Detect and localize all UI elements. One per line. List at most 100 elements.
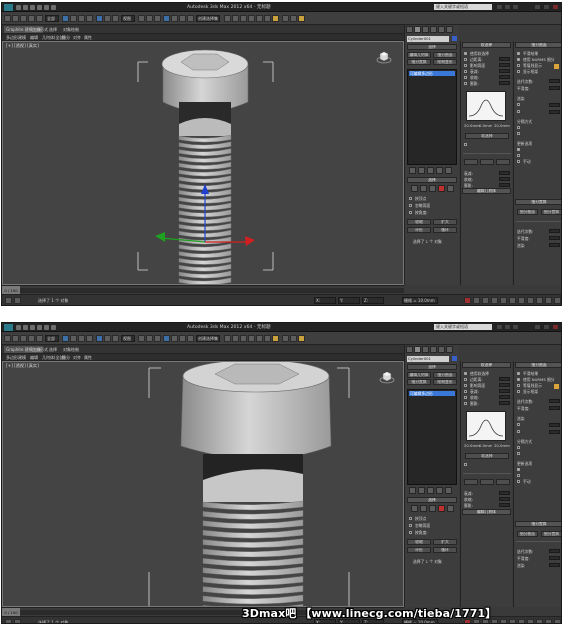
angle-snap-icon[interactable]	[171, 15, 178, 22]
maximize-viewport-icon[interactable]	[554, 619, 561, 623]
reference-coord-dropdown[interactable]: 视图	[121, 335, 135, 342]
orbit-icon[interactable]	[545, 619, 552, 623]
rotate-icon[interactable]	[104, 15, 111, 22]
subdivision-rollout[interactable]: 细分曲面	[515, 362, 561, 368]
unlink-icon[interactable]	[28, 335, 35, 342]
modifier-button[interactable]: 编辑几何体	[407, 52, 431, 58]
material-editor-icon[interactable]	[272, 15, 279, 22]
soft-selection-checkbox[interactable]	[464, 396, 467, 399]
grow-button[interactable]: 扩大	[433, 219, 457, 225]
select-icon[interactable]	[62, 335, 69, 342]
bind-icon[interactable]	[36, 335, 43, 342]
save-icon[interactable]	[30, 5, 35, 10]
vertex-icon[interactable]	[411, 185, 418, 192]
show-end-result-icon[interactable]	[418, 167, 425, 174]
selection-filter-dropdown[interactable]: 全部	[45, 335, 59, 342]
ribbon-tab[interactable]: 选择	[47, 26, 59, 33]
prev-frame-icon[interactable]	[491, 297, 498, 304]
edit-geometry-rollout[interactable]: 编辑几何体	[462, 509, 511, 515]
soft-selection-checkbox[interactable]	[464, 64, 467, 67]
modifier-list-dropdown[interactable]: 选择	[407, 44, 457, 50]
display-color-swatch[interactable]	[554, 384, 559, 389]
soft-selection-spinner[interactable]	[499, 63, 510, 67]
update-radio[interactable]	[517, 480, 520, 483]
modifier-button[interactable]: 细分置换	[407, 59, 431, 65]
ribbon-panel-tab[interactable]: 多边形建模	[4, 354, 28, 361]
zoom-icon[interactable]	[527, 297, 534, 304]
rendered-frame-icon[interactable]	[290, 335, 297, 342]
3dsmax-logo-icon[interactable]	[4, 4, 13, 11]
reference-coord-dropdown[interactable]: 视图	[121, 15, 135, 22]
grow-button[interactable]: 扩大	[433, 539, 457, 545]
coord-z-field[interactable]: Z:	[362, 297, 384, 304]
star-icon[interactable]	[504, 4, 511, 10]
soft-selection-checkbox[interactable]	[464, 82, 467, 85]
preset-button[interactable]: 细分置换	[541, 531, 561, 537]
soft-selection-spinner[interactable]	[499, 389, 510, 393]
subdivision-rollout[interactable]: 细分曲面	[515, 42, 561, 48]
utilities-tab-icon[interactable]	[446, 26, 453, 33]
subdivision-displacement-rollout[interactable]: 细分置换	[515, 199, 561, 205]
soft-selection-checkbox[interactable]	[464, 52, 467, 55]
redo-icon[interactable]	[44, 5, 49, 10]
search-input[interactable]: 键入关键字或短语	[434, 324, 492, 330]
redo-icon[interactable]	[12, 335, 19, 342]
subdivision-checkbox[interactable]	[517, 372, 520, 375]
link-icon[interactable]	[20, 335, 27, 342]
window-crossing-icon[interactable]	[86, 335, 93, 342]
unlink-icon[interactable]	[28, 15, 35, 22]
loop-button[interactable]: 循环	[433, 547, 457, 553]
checkbox[interactable]	[409, 204, 412, 207]
subdivision-checkbox[interactable]	[517, 58, 520, 61]
bind-icon[interactable]	[36, 15, 43, 22]
coord-x-field[interactable]: X:	[314, 297, 336, 304]
subdivision-checkbox[interactable]	[517, 70, 520, 73]
edge-icon[interactable]	[420, 185, 427, 192]
coord-y-field[interactable]: Y:	[338, 297, 360, 304]
render-setup-icon[interactable]	[282, 15, 289, 22]
go-end-icon[interactable]	[518, 297, 525, 304]
checkbox[interactable]	[409, 197, 412, 200]
update-radio[interactable]	[517, 468, 520, 471]
ring-button[interactable]: 环形	[407, 227, 431, 233]
separate-checkbox[interactable]	[517, 132, 520, 135]
motion-tab-icon[interactable]	[430, 26, 437, 33]
spinner-snap-icon[interactable]	[187, 15, 194, 22]
displacement-spinner[interactable]	[549, 549, 560, 553]
timeline-track[interactable]	[2, 288, 404, 293]
subdivision-checkbox[interactable]	[517, 64, 520, 67]
render-spinner[interactable]	[549, 423, 560, 427]
selection-filter-dropdown[interactable]: 全部	[45, 15, 59, 22]
open-icon[interactable]	[23, 325, 28, 330]
paint-icon[interactable]	[464, 159, 478, 165]
minimize-button[interactable]	[534, 4, 541, 10]
modifier-stack-list[interactable]: 可编辑多边形	[407, 389, 457, 485]
schematic-icon[interactable]	[264, 15, 271, 22]
iteration-spinner[interactable]	[549, 86, 560, 90]
rendered-frame-icon[interactable]	[290, 15, 297, 22]
soft-selection-checkbox[interactable]	[464, 390, 467, 393]
subdivision-checkbox[interactable]	[517, 390, 520, 393]
maxscript-listener-icon[interactable]	[5, 297, 12, 304]
remove-modifier-icon[interactable]	[436, 487, 443, 494]
modifier-list-dropdown[interactable]: 选择	[407, 364, 457, 370]
soft-selection-spinner[interactable]	[499, 395, 510, 399]
utilities-tab-icon[interactable]	[446, 346, 453, 353]
select-by-name-icon[interactable]	[70, 15, 77, 22]
selection-rollout[interactable]: 选择	[407, 497, 457, 503]
checkbox[interactable]	[409, 524, 412, 527]
align-icon[interactable]	[232, 335, 239, 342]
separate-checkbox[interactable]	[517, 452, 520, 455]
preset-button[interactable]: 细分曲面	[517, 209, 538, 215]
info-icon[interactable]	[512, 4, 519, 10]
shrink-button[interactable]: 收缩	[407, 539, 431, 545]
next-frame-icon[interactable]	[509, 619, 516, 623]
preset-button[interactable]: 细分曲面	[517, 531, 538, 537]
checkbox[interactable]	[409, 531, 412, 534]
next-frame-icon[interactable]	[509, 297, 516, 304]
displacement-spinner[interactable]	[549, 243, 560, 247]
redo-icon[interactable]	[44, 325, 49, 330]
select-by-name-icon[interactable]	[70, 335, 77, 342]
element-icon[interactable]	[447, 505, 454, 512]
3dsmax-logo-icon[interactable]	[4, 324, 13, 331]
